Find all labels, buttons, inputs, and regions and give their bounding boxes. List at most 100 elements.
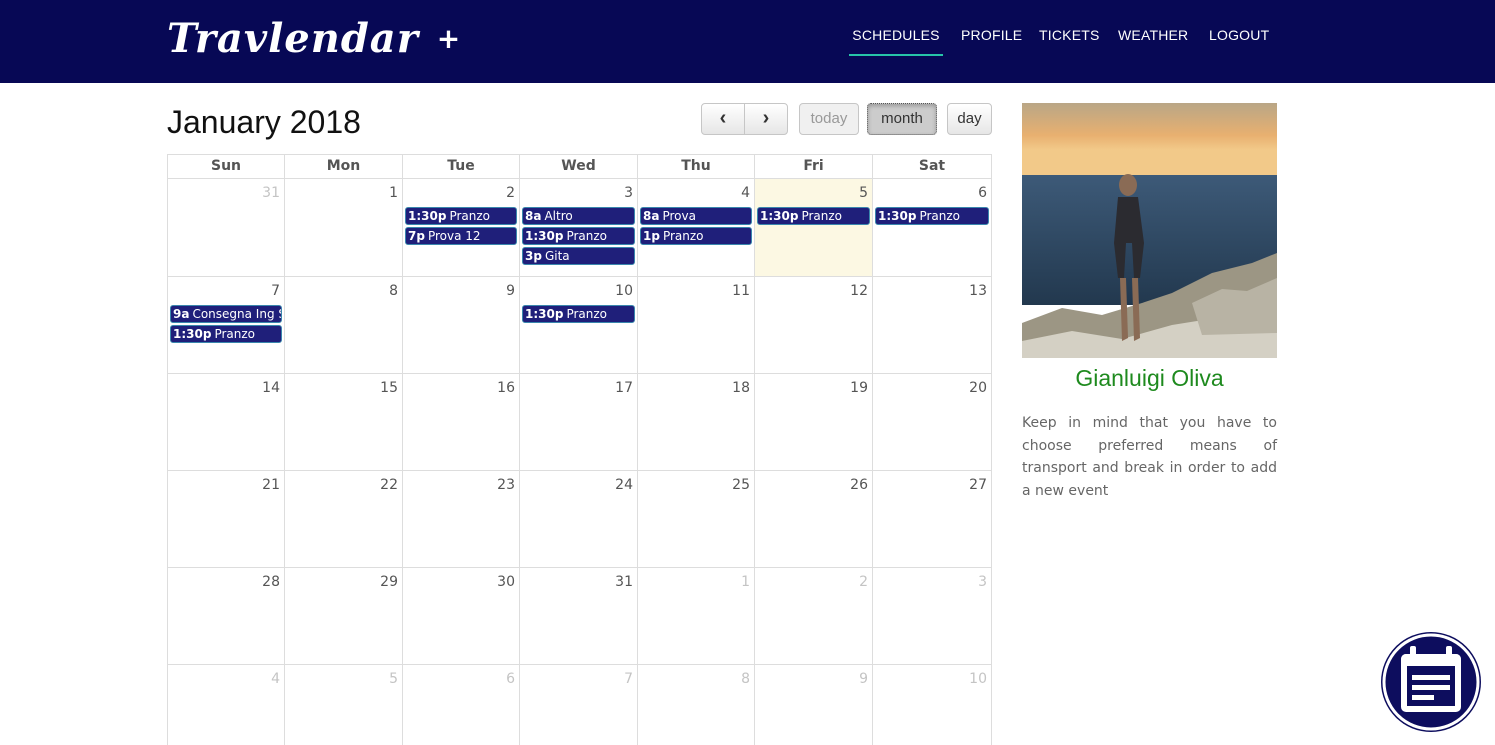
day-cell[interactable]: 2 1:30p Pranzo 7p Prova 12: [403, 179, 520, 277]
day-number[interactable]: 27: [969, 476, 987, 494]
day-number[interactable]: 8: [741, 670, 750, 688]
day-cell[interactable]: 31: [520, 568, 638, 665]
day-cell[interactable]: 20: [873, 374, 992, 471]
calendar-event[interactable]: 3p Gita: [522, 247, 635, 265]
day-cell[interactable]: 5: [285, 665, 403, 745]
day-number[interactable]: 20: [969, 379, 987, 397]
day-cell[interactable]: 21: [168, 471, 285, 568]
day-cell[interactable]: 29: [285, 568, 403, 665]
day-cell[interactable]: 4 8a Prova 1p Pranzo: [638, 179, 755, 277]
day-cell[interactable]: 27: [873, 471, 992, 568]
calendar-event[interactable]: 7p Prova 12: [405, 227, 517, 245]
day-cell[interactable]: 6 1:30p Pranzo: [873, 179, 992, 277]
day-cell[interactable]: 16: [403, 374, 520, 471]
next-month-button[interactable]: ›: [744, 103, 788, 135]
day-number[interactable]: 31: [262, 184, 280, 202]
day-cell[interactable]: 3: [873, 568, 992, 665]
day-cell[interactable]: 30: [403, 568, 520, 665]
calendar-event[interactable]: 1p Pranzo: [640, 227, 752, 245]
calendar-event[interactable]: 1:30p Pranzo: [405, 207, 517, 225]
day-cell[interactable]: 17: [520, 374, 638, 471]
day-cell[interactable]: 22: [285, 471, 403, 568]
day-number[interactable]: 9: [859, 670, 868, 688]
day-number[interactable]: 11: [732, 282, 750, 300]
day-number[interactable]: 6: [506, 670, 515, 688]
day-number[interactable]: 4: [741, 184, 750, 202]
day-number[interactable]: 1: [741, 573, 750, 591]
day-number[interactable]: 28: [262, 573, 280, 591]
day-number[interactable]: 19: [850, 379, 868, 397]
nav-logout[interactable]: LOGOUT: [1209, 24, 1269, 56]
calendar-event[interactable]: 1:30p Pranzo: [522, 305, 635, 323]
day-cell[interactable]: 7 9a Consegna Ing S 1:30p Pranzo: [168, 277, 285, 374]
prev-month-button[interactable]: ‹: [701, 103, 745, 135]
day-cell[interactable]: 19: [755, 374, 873, 471]
day-number[interactable]: 10: [615, 282, 633, 300]
day-cell[interactable]: 5 1:30p Pranzo: [755, 179, 873, 277]
day-number[interactable]: 21: [262, 476, 280, 494]
day-number[interactable]: 17: [615, 379, 633, 397]
day-number[interactable]: 18: [732, 379, 750, 397]
calendar-event[interactable]: 9a Consegna Ing S: [170, 305, 282, 323]
day-view-button[interactable]: day: [947, 103, 992, 135]
day-number[interactable]: 25: [732, 476, 750, 494]
calendar-event[interactable]: 8a Prova: [640, 207, 752, 225]
brand-logo[interactable]: Travlendar +: [167, 14, 461, 64]
day-number[interactable]: 3: [624, 184, 633, 202]
day-cell[interactable]: 15: [285, 374, 403, 471]
day-number[interactable]: 5: [859, 184, 868, 202]
day-number[interactable]: 2: [506, 184, 515, 202]
day-cell[interactable]: 8: [285, 277, 403, 374]
day-cell[interactable]: 3 8a Altro 1:30p Pranzo 3p Gita: [520, 179, 638, 277]
day-number[interactable]: 7: [624, 670, 633, 688]
day-number[interactable]: 30: [497, 573, 515, 591]
day-number[interactable]: 29: [380, 573, 398, 591]
nav-tickets[interactable]: TICKETS: [1039, 24, 1100, 56]
calendar-event[interactable]: 1:30p Pranzo: [170, 325, 282, 343]
day-number[interactable]: 1: [389, 184, 398, 202]
day-number[interactable]: 10: [969, 670, 987, 688]
calendar-event[interactable]: 1:30p Pranzo: [875, 207, 989, 225]
day-cell[interactable]: 24: [520, 471, 638, 568]
day-cell[interactable]: 10 1:30p Pranzo: [520, 277, 638, 374]
day-number[interactable]: 16: [497, 379, 515, 397]
day-number[interactable]: 14: [262, 379, 280, 397]
month-view-button[interactable]: month: [867, 103, 937, 135]
add-event-fab[interactable]: [1381, 632, 1481, 732]
day-number[interactable]: 7: [271, 282, 280, 300]
day-cell[interactable]: 2: [755, 568, 873, 665]
calendar-event[interactable]: 1:30p Pranzo: [757, 207, 870, 225]
day-cell[interactable]: 31: [168, 179, 285, 277]
day-cell[interactable]: 18: [638, 374, 755, 471]
day-number[interactable]: 23: [497, 476, 515, 494]
day-number[interactable]: 3: [978, 573, 987, 591]
day-cell[interactable]: 9: [755, 665, 873, 745]
day-number[interactable]: 4: [271, 670, 280, 688]
day-number[interactable]: 6: [978, 184, 987, 202]
calendar-event[interactable]: 8a Altro: [522, 207, 635, 225]
day-number[interactable]: 2: [859, 573, 868, 591]
day-number[interactable]: 5: [389, 670, 398, 688]
day-cell[interactable]: 26: [755, 471, 873, 568]
day-number[interactable]: 9: [506, 282, 515, 300]
day-cell[interactable]: 12: [755, 277, 873, 374]
nav-weather[interactable]: WEATHER: [1118, 24, 1188, 56]
day-cell[interactable]: 10: [873, 665, 992, 745]
day-cell[interactable]: 23: [403, 471, 520, 568]
day-cell[interactable]: 1: [638, 568, 755, 665]
day-number[interactable]: 26: [850, 476, 868, 494]
day-cell[interactable]: 7: [520, 665, 638, 745]
day-cell[interactable]: 14: [168, 374, 285, 471]
day-number[interactable]: 13: [969, 282, 987, 300]
day-number[interactable]: 31: [615, 573, 633, 591]
day-cell[interactable]: 1: [285, 179, 403, 277]
day-cell[interactable]: 6: [403, 665, 520, 745]
calendar-event[interactable]: 1:30p Pranzo: [522, 227, 635, 245]
day-cell[interactable]: 8: [638, 665, 755, 745]
day-number[interactable]: 8: [389, 282, 398, 300]
day-cell[interactable]: 11: [638, 277, 755, 374]
nav-schedules[interactable]: SCHEDULES: [849, 24, 943, 56]
day-number[interactable]: 24: [615, 476, 633, 494]
today-button[interactable]: today: [799, 103, 859, 135]
day-cell[interactable]: 4: [168, 665, 285, 745]
